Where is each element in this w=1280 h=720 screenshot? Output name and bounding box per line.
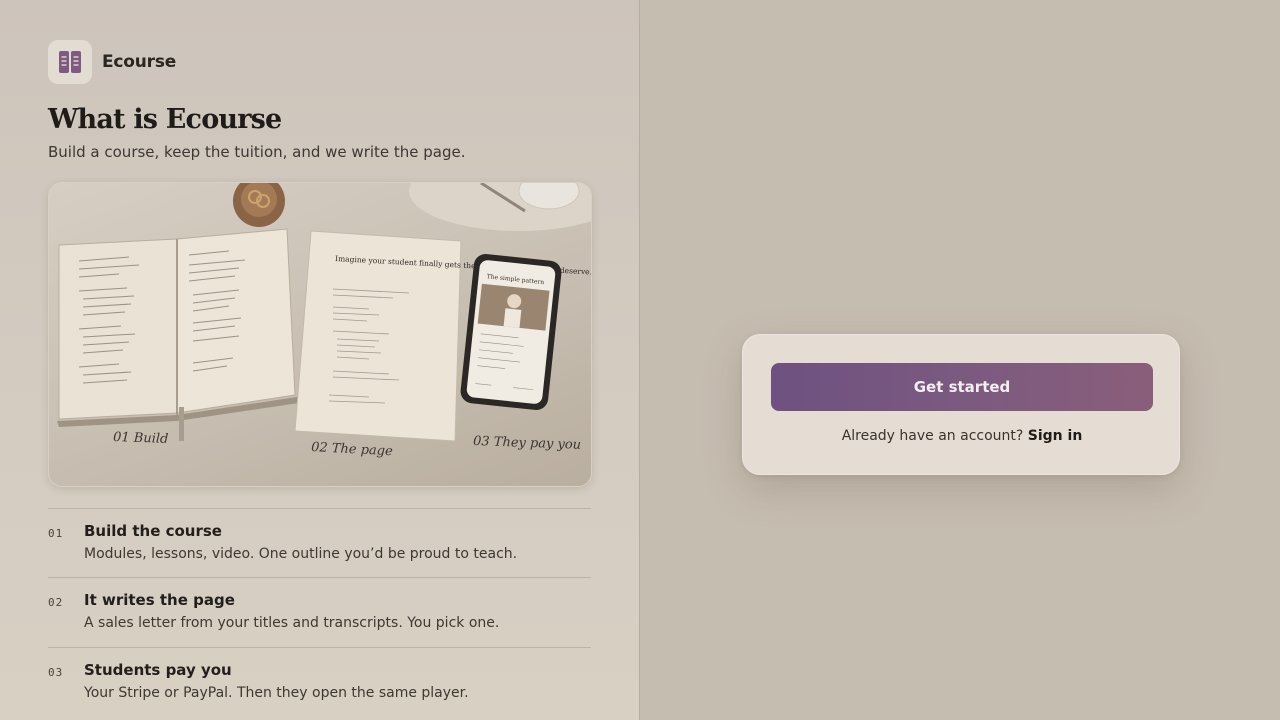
- step-title: Students pay you: [84, 661, 232, 679]
- brand-name: Ecourse: [102, 52, 177, 72]
- page-title: What is Ecourse: [48, 104, 282, 135]
- hero-illustration: Imagine your student finally gets the re…: [48, 182, 592, 487]
- caption-build: 01 Build: [113, 430, 169, 447]
- step-item: 01 Build the course Modules, lessons, vi…: [48, 508, 591, 577]
- page-subtitle: Build a course, keep the tuition, and we…: [48, 143, 466, 161]
- info-panel: Ecourse What is Ecourse Build a course, …: [0, 0, 640, 720]
- step-description: Your Stripe or PayPal. Then they open th…: [84, 685, 469, 701]
- step-item: 03 Students pay you Your Stripe or PayPa…: [48, 647, 591, 717]
- phone-shape: The simple pattern: [460, 254, 562, 410]
- caption-page: 02 The page: [311, 440, 394, 459]
- step-number: 02: [48, 596, 64, 609]
- brand: Ecourse: [48, 40, 591, 84]
- steps-list: 01 Build the course Modules, lessons, vi…: [48, 508, 591, 717]
- signin-prompt: Already have an account?: [841, 428, 1024, 444]
- step-number: 01: [48, 527, 64, 540]
- hero-scene: Imagine your student finally gets the re…: [57, 183, 591, 459]
- step-number: 03: [48, 666, 64, 679]
- book-icon: [48, 40, 92, 84]
- step-title: Build the course: [84, 522, 222, 540]
- get-started-button[interactable]: Get started: [771, 363, 1153, 411]
- signin-row: Already have an account? Sign in: [743, 428, 1181, 444]
- step-description: Modules, lessons, video. One outline you…: [84, 546, 518, 562]
- auth-card: Get started Already have an account? Sig…: [742, 334, 1180, 475]
- step-description: A sales letter from your titles and tran…: [84, 615, 500, 631]
- step-title: It writes the page: [84, 591, 235, 609]
- step-item: 02 It writes the page A sales letter fro…: [48, 577, 591, 647]
- caption-pay: 03 They pay you: [473, 434, 581, 453]
- sign-in-link[interactable]: Sign in: [1028, 428, 1083, 444]
- notebook-shape: [57, 228, 299, 441]
